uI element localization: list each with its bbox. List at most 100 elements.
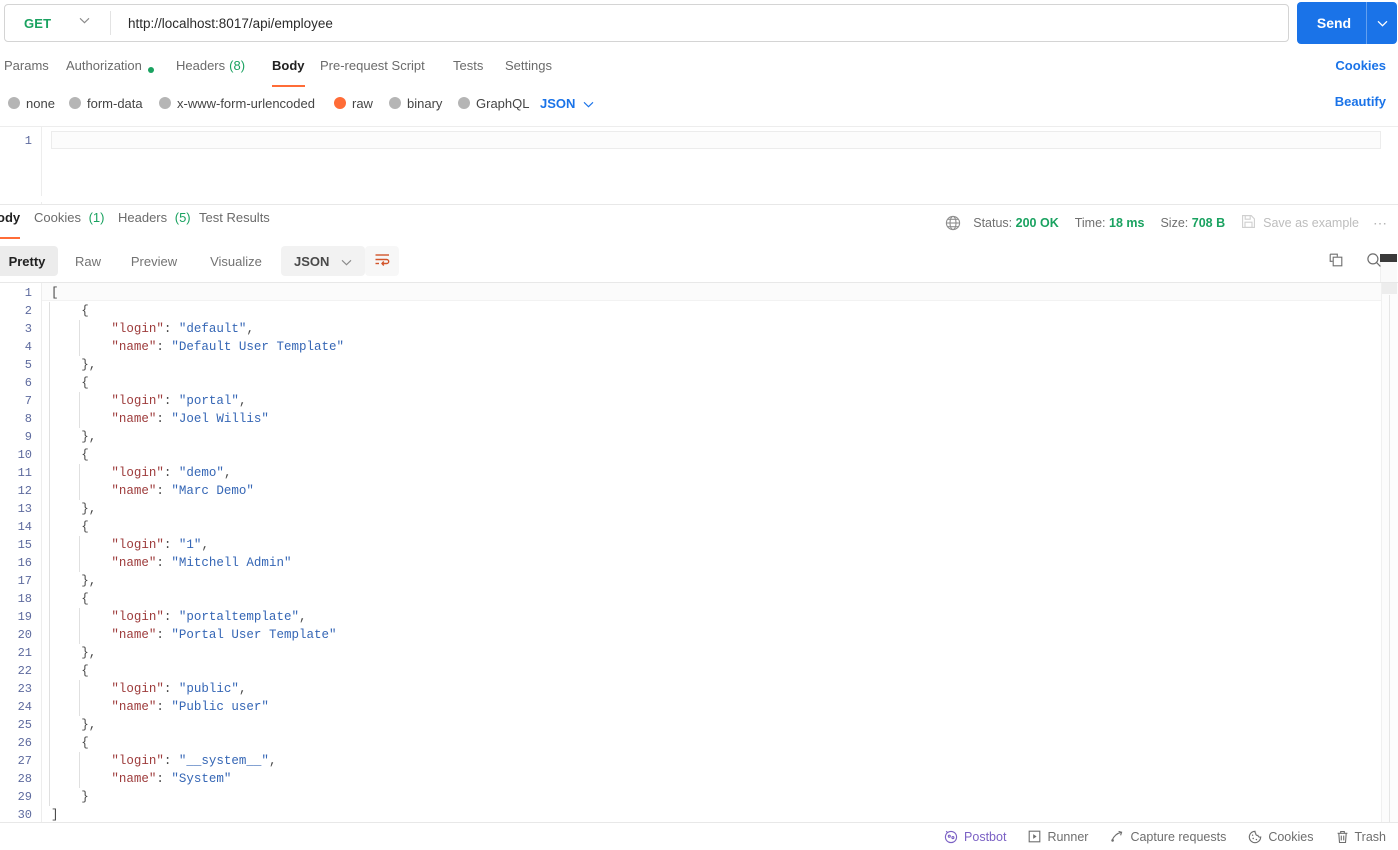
token-key: "login" bbox=[111, 610, 164, 624]
token-key: "name" bbox=[111, 412, 157, 426]
response-body-viewer[interactable]: 1 2 3 4 5 6 7 8 9 10 11 12 13 14 15 16 17 18 19 20 21 22 23 24 2… bbox=[0, 282, 1398, 822]
request-tab-label: Body bbox=[272, 58, 305, 73]
response-tab-count: (1) bbox=[84, 210, 105, 225]
postman-window: GET http://localhost:8017/api/employee S… bbox=[0, 0, 1398, 850]
token-key: "login" bbox=[111, 682, 164, 696]
response-tab-body[interactable]: ody bbox=[0, 210, 21, 239]
request-tab-tests[interactable]: Tests bbox=[453, 52, 483, 84]
save-disk-icon bbox=[1241, 214, 1256, 232]
more-horizontal-icon[interactable]: ⋯ bbox=[1373, 215, 1388, 232]
request-editor-hscroll[interactable] bbox=[0, 196, 1380, 202]
token-punct: }, bbox=[81, 646, 97, 660]
bottom-bar-label: Trash bbox=[1354, 829, 1387, 844]
radio-icon[interactable] bbox=[458, 97, 470, 109]
response-tab-test-results[interactable]: Test Results bbox=[199, 210, 270, 236]
response-scrollbar-thumb[interactable] bbox=[1382, 283, 1397, 294]
request-tab-body[interactable]: Body bbox=[272, 52, 305, 87]
token-str: "1" bbox=[178, 538, 202, 552]
line-number: 11 bbox=[17, 466, 32, 480]
bottom-bar-trash[interactable]: Trash bbox=[1336, 829, 1387, 844]
line-number: 3 bbox=[24, 322, 32, 336]
search-response-button[interactable] bbox=[1362, 249, 1386, 273]
code-line: { bbox=[81, 374, 89, 392]
status-meta[interactable]: Status: 200 OK bbox=[973, 216, 1059, 230]
code-line: }, bbox=[81, 572, 96, 590]
body-type-none[interactable]: none bbox=[8, 92, 55, 114]
token-key: "login" bbox=[111, 322, 164, 336]
line-number: 14 bbox=[17, 520, 32, 534]
body-type-x-www-form-urlencoded[interactable]: x-www-form-urlencoded bbox=[159, 92, 315, 114]
token-punct: : bbox=[156, 556, 172, 570]
code-line: }, bbox=[81, 644, 96, 662]
line-number: 15 bbox=[17, 538, 32, 552]
token-punct: : bbox=[163, 682, 179, 696]
response-view-tab-label: Visualize bbox=[210, 253, 262, 269]
token-punct: { bbox=[81, 304, 89, 318]
bottom-bar-label: Runner bbox=[1047, 829, 1089, 844]
body-type-raw[interactable]: raw bbox=[334, 92, 373, 114]
bottom-status-bar: Postbot Runner Capture requests Cookies Tras… bbox=[0, 822, 1398, 850]
size-meta[interactable]: Size: 708 B bbox=[1160, 216, 1225, 230]
token-str: "demo" bbox=[178, 466, 224, 480]
bottom-bar-runner[interactable]: Runner bbox=[1028, 830, 1088, 844]
body-type-form-data[interactable]: form-data bbox=[69, 92, 143, 114]
response-view-tab-visualize[interactable]: Visualize bbox=[194, 246, 278, 276]
code-line: "login": "__system__", bbox=[111, 752, 276, 770]
request-tab-label: Pre-request Script bbox=[320, 58, 425, 73]
bottom-bar-cookies[interactable]: Cookies bbox=[1248, 830, 1314, 844]
time-meta[interactable]: Time: 18 ms bbox=[1075, 216, 1145, 230]
code-line: "name": "System" bbox=[111, 770, 231, 788]
request-tab-pre-request-script[interactable]: Pre-request Script bbox=[320, 52, 425, 84]
response-view-tab-pretty[interactable]: Pretty bbox=[0, 246, 58, 276]
token-key: "login" bbox=[111, 394, 164, 408]
response-view-tab-raw[interactable]: Raw bbox=[62, 246, 114, 276]
send-button[interactable]: Send bbox=[1297, 2, 1397, 44]
token-punct: }, bbox=[81, 358, 97, 372]
indent-guide bbox=[79, 464, 81, 500]
save-as-example-button[interactable]: Save as example bbox=[1241, 214, 1359, 232]
body-type-binary[interactable]: binary bbox=[389, 92, 442, 114]
request-tab-settings[interactable]: Settings bbox=[505, 52, 552, 84]
request-cookies-link[interactable]: Cookies bbox=[1335, 58, 1386, 73]
token-punct: : bbox=[156, 340, 172, 354]
response-format-selector[interactable]: JSON bbox=[281, 246, 366, 276]
body-type-label: x-www-form-urlencoded bbox=[177, 95, 315, 111]
response-code-area[interactable]: [{"login": "default", "name": "Default Us… bbox=[42, 283, 1398, 822]
request-tab-params[interactable]: Params bbox=[4, 52, 49, 84]
response-tab-headers[interactable]: Headers (5) bbox=[118, 210, 191, 236]
request-tab-authorization[interactable]: Authorization bbox=[66, 52, 154, 84]
send-options-chevron-down-icon[interactable] bbox=[1367, 20, 1397, 27]
request-tab-headers[interactable]: Headers (8) bbox=[176, 52, 245, 84]
body-type-graphql[interactable]: GraphQL bbox=[458, 92, 529, 114]
http-method-selector[interactable]: GET bbox=[5, 5, 110, 41]
token-key: "login" bbox=[111, 538, 164, 552]
request-line-number: 1 bbox=[24, 134, 32, 148]
radio-icon[interactable] bbox=[159, 97, 171, 109]
response-view-tab-preview[interactable]: Preview bbox=[115, 246, 193, 276]
body-format-selector[interactable]: JSON bbox=[540, 92, 594, 114]
code-line: "login": "demo", bbox=[111, 464, 231, 482]
code-line: "name": "Joel Willis" bbox=[111, 410, 269, 428]
line-number: 5 bbox=[24, 358, 32, 372]
response-tab-cookies[interactable]: Cookies (1) bbox=[34, 210, 104, 236]
body-type-label: none bbox=[26, 95, 55, 111]
wrap-lines-button[interactable] bbox=[365, 246, 399, 276]
token-str: "Portal User Template" bbox=[171, 628, 337, 642]
beautify-link[interactable]: Beautify bbox=[1335, 94, 1386, 109]
line-number: 30 bbox=[17, 808, 32, 822]
radio-icon[interactable] bbox=[334, 97, 346, 109]
time-label: Time: bbox=[1074, 216, 1106, 230]
token-punct: : bbox=[156, 484, 172, 498]
bottom-bar-capture-requests[interactable]: Capture requests bbox=[1110, 830, 1226, 844]
token-punct: }, bbox=[81, 574, 97, 588]
request-tabs: Params Authorization Headers (8) Body Pre-req… bbox=[0, 52, 1398, 87]
copy-button[interactable] bbox=[1324, 249, 1348, 273]
radio-icon[interactable] bbox=[8, 97, 20, 109]
radio-icon[interactable] bbox=[69, 97, 81, 109]
url-input[interactable]: http://localhost:8017/api/employee bbox=[111, 16, 1288, 31]
response-view-tab-label: Preview bbox=[130, 253, 178, 269]
token-punct: : bbox=[163, 394, 179, 408]
code-line: [ bbox=[51, 284, 59, 302]
radio-icon[interactable] bbox=[389, 97, 401, 109]
bottom-bar-postbot[interactable]: Postbot bbox=[944, 830, 1006, 844]
